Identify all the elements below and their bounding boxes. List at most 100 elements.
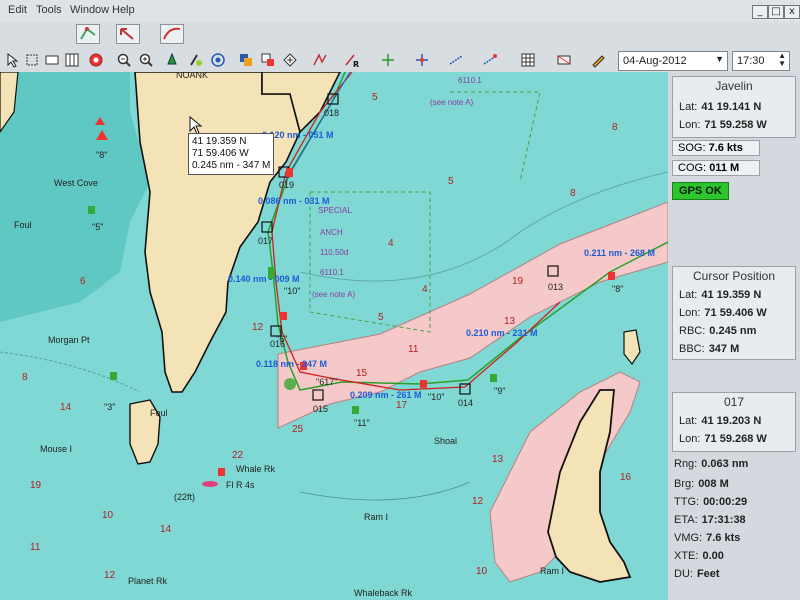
buoy-label: "3" — [104, 402, 116, 412]
anchorage-label: SPECIAL — [318, 206, 352, 215]
depth-sounding: 14 — [160, 524, 172, 535]
waypoint-label: 017 — [258, 236, 274, 246]
buoy-label: "11" — [354, 418, 370, 428]
waypoint-label: 013 — [548, 282, 564, 292]
menu-edit[interactable]: Edit — [8, 4, 27, 16]
date-select[interactable]: 04-Aug-2012 ▼ — [618, 51, 728, 71]
route-r-icon[interactable]: R — [344, 52, 360, 68]
light-label: Fl R 4s — [226, 480, 255, 490]
depth-sounding: 12 — [104, 570, 116, 581]
layer-toggle-icon[interactable] — [556, 52, 572, 68]
waypoint-label: 014 — [458, 398, 474, 408]
target-icon[interactable] — [210, 52, 226, 68]
route-leg-label: 0.210 nm - 231 M — [466, 328, 538, 338]
maximize-button[interactable]: □ — [768, 5, 784, 19]
vector-icon[interactable] — [312, 52, 328, 68]
depth-sounding: 25 — [292, 424, 304, 435]
pencil-icon[interactable] — [590, 52, 606, 68]
waypoint-label: 018 — [324, 108, 340, 118]
grid-icon[interactable] — [520, 52, 536, 68]
buoy-label: "10" — [428, 392, 445, 402]
depth-sounding: 4 — [422, 284, 428, 295]
pan-icon[interactable] — [188, 52, 204, 68]
depth-sounding: 15 — [356, 368, 368, 379]
buoy-label: "10" — [284, 286, 301, 296]
zoom-in-icon[interactable] — [138, 52, 154, 68]
buoy-label: "9" — [494, 386, 506, 396]
time-spinner-icon[interactable]: ▲ ▼ — [778, 52, 786, 68]
svg-text:R: R — [353, 60, 359, 68]
place-label: Ram I — [364, 512, 389, 522]
eta-readout: ETA: 17:31:38 — [674, 514, 746, 526]
depth-sounding: 6 — [80, 276, 86, 287]
menu-window[interactable]: Window — [70, 4, 109, 16]
place-label: Foul — [150, 408, 168, 418]
zoom-out-icon[interactable] — [116, 52, 132, 68]
depth-sounding: 5 — [448, 176, 454, 187]
depth-sounding: 12 — [252, 322, 264, 333]
crosshair-icon[interactable] — [380, 52, 396, 68]
vessel-lon: Lon: 71 59.258 W — [679, 119, 767, 131]
place-label: Mouse I — [40, 444, 73, 454]
depth-sounding: 8 — [22, 372, 28, 383]
grid-toggle-icon[interactable] — [64, 52, 80, 68]
menu-help[interactable]: Help — [112, 4, 135, 16]
route-icon[interactable] — [116, 24, 140, 44]
mark-icon[interactable] — [282, 52, 298, 68]
track-icon[interactable] — [160, 24, 184, 44]
waypoint-icon[interactable] — [260, 52, 276, 68]
zoom-region-icon[interactable] — [44, 52, 60, 68]
close-button[interactable]: x — [784, 5, 800, 19]
route-leg-label: 0.118 nm - 347 M — [256, 359, 328, 369]
depth-sounding: 8 — [570, 188, 576, 199]
ttg-readout: TTG: 00:00:29 — [674, 496, 748, 508]
coast-label: NOANK — [176, 72, 209, 80]
chart-map[interactable]: NOANK 0.120 nm - 051 M 0.086 nm - 031 M … — [0, 72, 668, 600]
cursor-lat: Lat: 41 19.359 N — [679, 289, 762, 301]
cursor-rbc: RBC: 0.245 nm — [679, 325, 757, 337]
chart-icon[interactable] — [76, 24, 100, 44]
menu-tools[interactable]: Tools — [36, 4, 62, 16]
depth-sounding: 19 — [512, 276, 524, 287]
waypoint-lon: Lon: 71 59.268 W — [679, 433, 767, 445]
cursor-tooltip: 41 19.359 N 71 59.406 W 0.245 nm - 347 M — [188, 133, 274, 175]
toolbar: R 04-Aug-2012 ▼ 17:30 ▲ ▼ — [0, 22, 800, 73]
cursor-icon[interactable] — [5, 52, 21, 68]
tooltip-lat: 41 19.359 N — [192, 136, 247, 147]
depth-sounding: 10 — [476, 566, 488, 577]
tooltip-range-bearing: 0.245 nm - 347 M — [192, 160, 271, 171]
route-leg-label: 0.086 nm - 031 M — [258, 196, 330, 206]
gps-status-badge: GPS OK — [672, 182, 729, 200]
minimize-button[interactable]: _ — [752, 5, 768, 19]
place-label: Planet Rk — [128, 576, 168, 586]
waypoint-box: 017 Lat: 41 19.203 N Lon: 71 59.268 W — [672, 392, 796, 452]
waypoint-label: 015 — [313, 404, 329, 414]
brg-readout: Brg: 008 M — [674, 478, 729, 490]
cursor-position-title: Cursor Position — [692, 269, 776, 283]
buoy-label: "6" — [276, 334, 288, 344]
track-tool-icon[interactable] — [482, 52, 498, 68]
anchorage-label: 6110.1 — [320, 268, 344, 277]
alarm-icon[interactable] — [88, 52, 104, 68]
menu-bar: Edit Tools Window Help _ □ x — [0, 0, 800, 23]
layers-icon[interactable] — [238, 52, 254, 68]
measure-icon[interactable] — [414, 52, 430, 68]
boat-icon[interactable] — [164, 52, 180, 68]
depth-sounding: 11 — [30, 542, 41, 553]
select-icon[interactable] — [24, 52, 40, 68]
place-label: Whale Rk — [236, 464, 276, 474]
vessel-lat: Lat: 41 19.141 N — [679, 101, 762, 113]
du-readout: DU: Feet — [674, 568, 720, 580]
time-field[interactable]: 17:30 ▲ ▼ — [732, 51, 790, 71]
depth-sounding: 10 — [102, 510, 114, 521]
chevron-down-icon[interactable]: ▼ — [715, 54, 724, 64]
place-label: Morgan Pt — [48, 335, 90, 345]
depth-sounding: 16 — [620, 472, 632, 483]
line-tool-icon[interactable] — [448, 52, 464, 68]
depth-sounding: 12 — [472, 496, 484, 507]
depth-sounding: 5 — [372, 92, 378, 103]
anchorage-label: 110.50d — [320, 248, 349, 257]
depth-sounding: 5 — [378, 312, 384, 323]
depth-sounding: 13 — [492, 454, 504, 465]
waypoint-title: 017 — [723, 395, 745, 409]
